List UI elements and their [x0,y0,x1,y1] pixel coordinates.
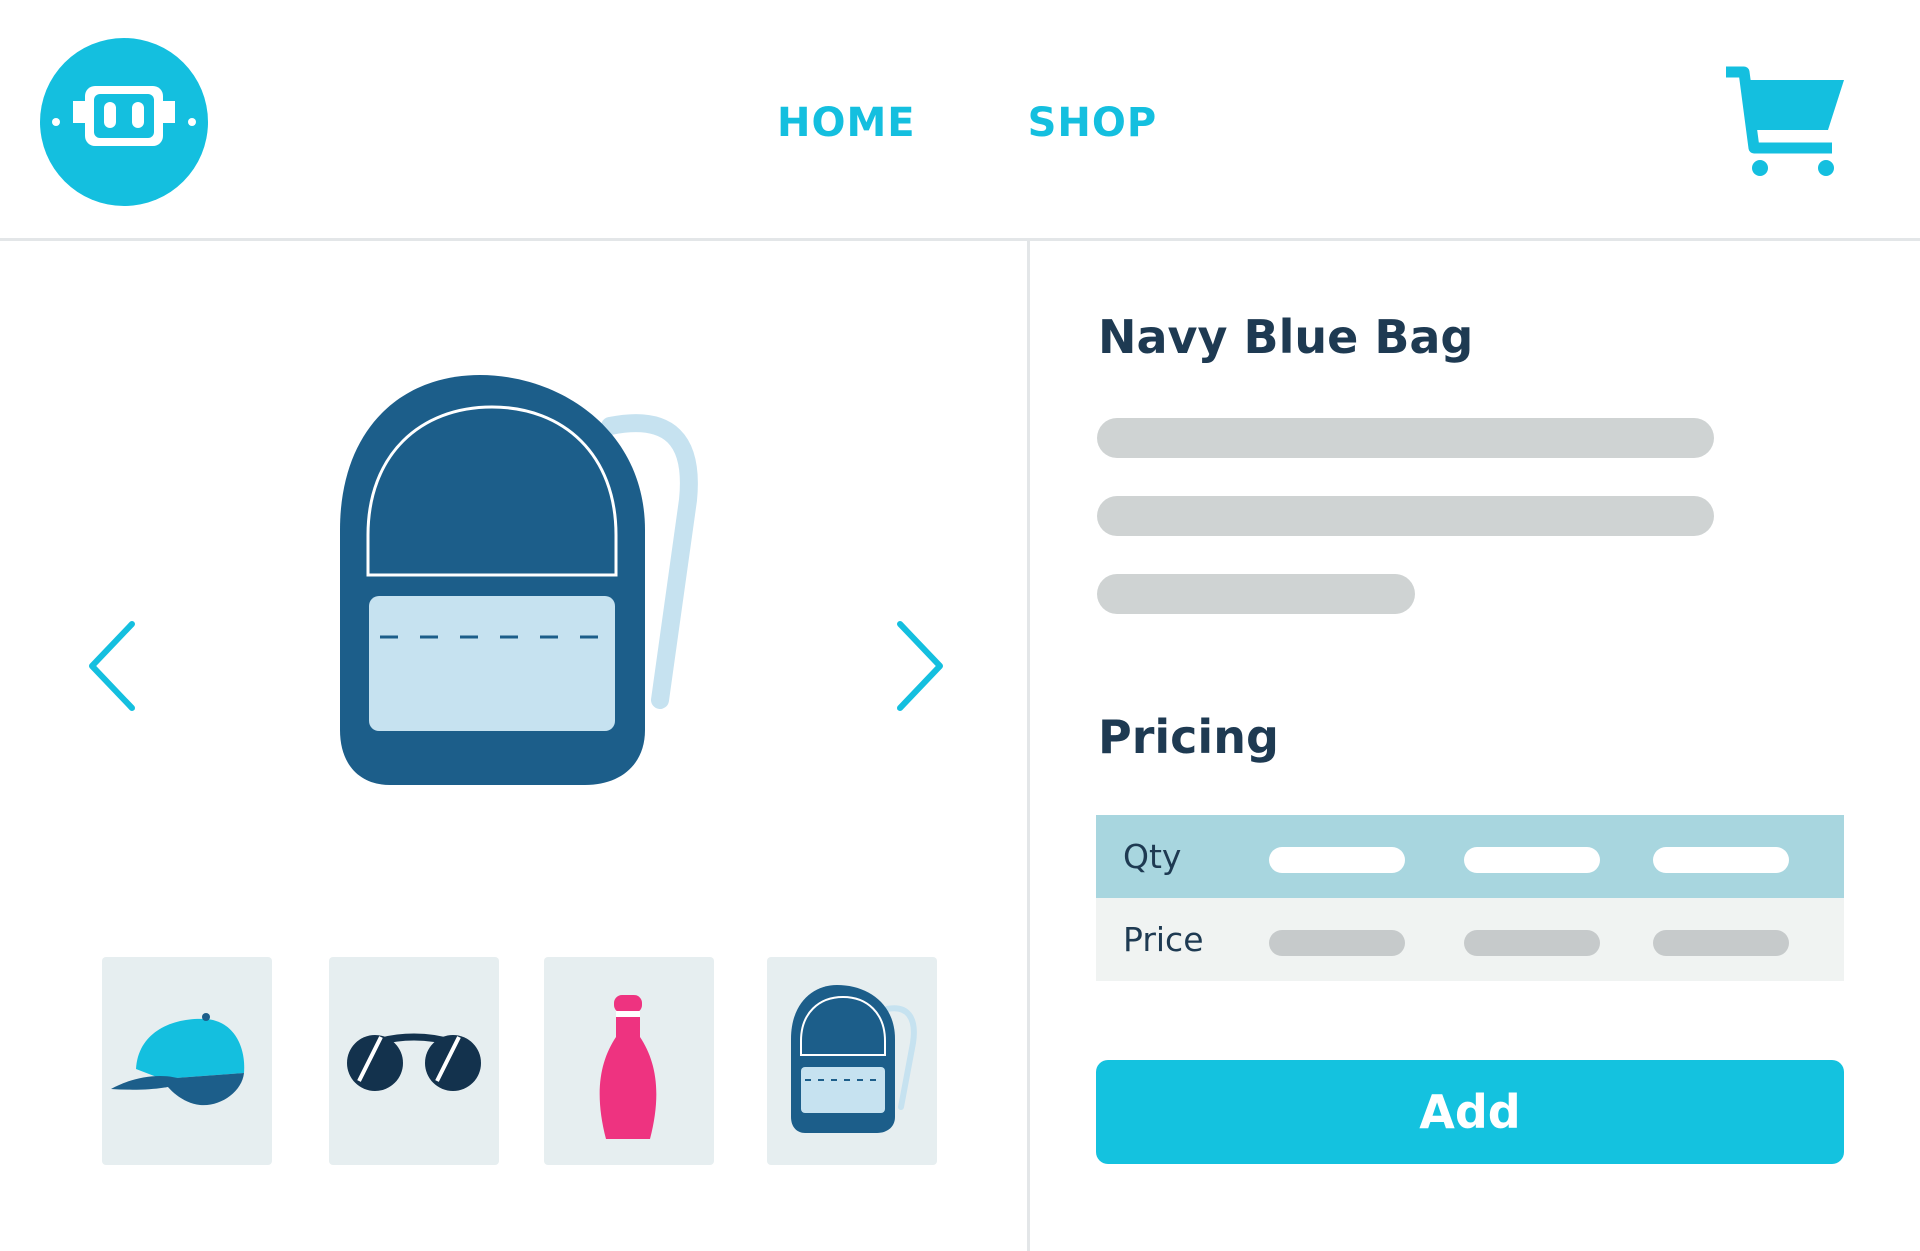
robot-logo-icon[interactable] [40,38,208,206]
qty-cell-placeholder [1653,847,1789,873]
site-header: HOME SHOP [0,0,1920,241]
nav-shop-link[interactable]: SHOP [1028,100,1158,146]
pricing-table: Qty Price [1096,815,1844,981]
cap-icon [111,1013,245,1106]
price-row: Price [1096,898,1844,981]
qty-label: Qty [1123,837,1182,876]
main-product-image [330,370,710,794]
backpack-icon [340,375,698,785]
thumbnail-cap[interactable] [102,957,272,1165]
sunglasses-icon [347,1033,481,1091]
price-cell-placeholder [1464,930,1600,956]
chevron-left-icon [89,621,135,711]
pricing-heading: Pricing [1098,710,1279,764]
description-placeholder-line [1097,496,1714,536]
thumbnail-backpack[interactable] [767,957,937,1165]
product-title: Navy Blue Bag [1098,310,1474,364]
main-nav: HOME SHOP [777,100,1157,146]
next-image-button[interactable] [890,616,950,716]
qty-cell-placeholder [1464,847,1600,873]
chevron-right-icon [897,621,943,711]
shopping-cart-icon[interactable] [1722,66,1848,178]
bottle-icon [599,995,657,1139]
nav-home-link[interactable]: HOME [777,100,916,146]
description-placeholder-line [1097,574,1415,614]
previous-image-button[interactable] [82,616,142,716]
column-divider [1027,241,1030,1251]
qty-row: Qty [1096,815,1844,898]
qty-cell-placeholder [1269,847,1405,873]
thumbnail-sunglasses[interactable] [329,957,499,1165]
add-to-cart-button[interactable]: Add [1096,1060,1844,1164]
price-label: Price [1123,920,1204,959]
backpack-icon [791,985,917,1133]
price-cell-placeholder [1653,930,1789,956]
thumbnail-bottle[interactable] [544,957,714,1165]
price-cell-placeholder [1269,930,1405,956]
description-placeholder-line [1097,418,1714,458]
